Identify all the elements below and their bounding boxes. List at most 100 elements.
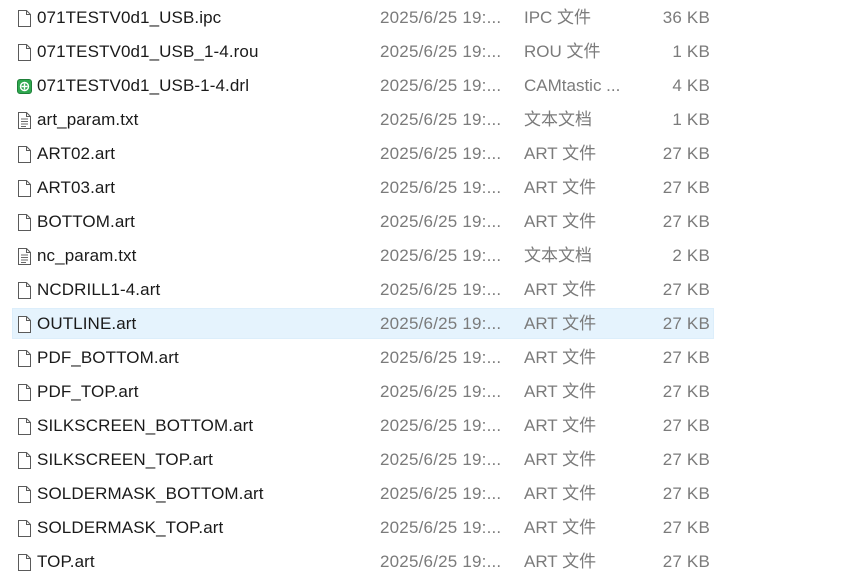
file-name[interactable]: TOP.art (37, 545, 95, 579)
file-name[interactable]: PDF_TOP.art (37, 375, 139, 409)
file-name[interactable]: 071TESTV0d1_USB_1-4.rou (37, 35, 259, 69)
blank-file-icon (17, 180, 32, 197)
blank-file-icon (17, 418, 32, 435)
camtastic-file-icon (17, 78, 32, 95)
file-name[interactable]: ART02.art (37, 137, 115, 171)
file-type: ART 文件 (524, 348, 597, 367)
file-modified-date: 2025/6/25 19:... (380, 76, 502, 95)
blank-file-icon (17, 316, 32, 333)
file-row[interactable]: 071TESTV0d1_USB-1-4.drl 2025/6/25 19:... C… (0, 69, 844, 103)
blank-file-icon (17, 350, 32, 367)
blank-file-icon (17, 282, 32, 299)
blank-file-icon (17, 384, 32, 401)
file-name[interactable]: SILKSCREEN_TOP.art (37, 443, 213, 477)
file-modified-date: 2025/6/25 19:... (380, 382, 502, 401)
file-name[interactable]: 071TESTV0d1_USB.ipc (37, 1, 221, 35)
file-name[interactable]: SOLDERMASK_TOP.art (37, 511, 223, 545)
file-name[interactable]: art_param.txt (37, 103, 138, 137)
file-modified-date: 2025/6/25 19:... (380, 552, 502, 571)
file-type: ART 文件 (524, 518, 597, 537)
file-name[interactable]: 071TESTV0d1_USB-1-4.drl (37, 69, 249, 103)
file-name[interactable]: NCDRILL1-4.art (37, 273, 160, 307)
file-modified-date: 2025/6/25 19:... (380, 212, 502, 231)
file-type: ART 文件 (524, 144, 597, 163)
file-type: ART 文件 (524, 280, 597, 299)
file-modified-date: 2025/6/25 19:... (380, 280, 502, 299)
file-size: 2 KB (672, 246, 710, 265)
file-size: 27 KB (662, 450, 710, 469)
file-row[interactable]: OUTLINE.art 2025/6/25 19:... ART 文件 27 KB (0, 307, 844, 341)
file-type: ART 文件 (524, 382, 597, 401)
file-size: 1 KB (672, 110, 710, 129)
file-size: 1 KB (672, 42, 710, 61)
blank-file-icon (17, 146, 32, 163)
file-modified-date: 2025/6/25 19:... (380, 314, 502, 333)
blank-file-icon (17, 44, 32, 61)
file-row[interactable]: SILKSCREEN_TOP.art 2025/6/25 19:... ART 文件… (0, 443, 844, 477)
file-row[interactable]: SILKSCREEN_BOTTOM.art 2025/6/25 19:... ART… (0, 409, 844, 443)
file-size: 27 KB (662, 314, 710, 333)
file-row[interactable]: nc_param.txt 2025/6/25 19:... 文本文档 2 KB (0, 239, 844, 273)
file-modified-date: 2025/6/25 19:... (380, 348, 502, 367)
file-row[interactable]: TOP.art 2025/6/25 19:... ART 文件 27 KB (0, 545, 844, 579)
file-row[interactable]: SOLDERMASK_TOP.art 2025/6/25 19:... ART 文件… (0, 511, 844, 545)
file-type: 文本文档 (524, 110, 592, 129)
file-row[interactable]: ART03.art 2025/6/25 19:... ART 文件 27 KB (0, 171, 844, 205)
blank-file-icon (17, 214, 32, 231)
file-size: 27 KB (662, 552, 710, 571)
text-file-icon (17, 248, 32, 265)
blank-file-icon (17, 520, 32, 537)
file-type: ART 文件 (524, 178, 597, 197)
file-type: ART 文件 (524, 450, 597, 469)
file-modified-date: 2025/6/25 19:... (380, 246, 502, 265)
file-modified-date: 2025/6/25 19:... (380, 42, 502, 61)
file-size: 27 KB (662, 144, 710, 163)
file-name[interactable]: BOTTOM.art (37, 205, 135, 239)
file-row[interactable]: 071TESTV0d1_USB.ipc 2025/6/25 19:... IPC 文… (0, 1, 844, 35)
file-size: 27 KB (662, 348, 710, 367)
file-name[interactable]: OUTLINE.art (37, 307, 136, 341)
file-type: 文本文档 (524, 246, 592, 265)
file-row[interactable]: SOLDERMASK_BOTTOM.art 2025/6/25 19:... ART… (0, 477, 844, 511)
blank-file-icon (17, 10, 32, 27)
file-modified-date: 2025/6/25 19:... (380, 416, 502, 435)
file-name[interactable]: SOLDERMASK_BOTTOM.art (37, 477, 264, 511)
text-file-icon (17, 112, 32, 129)
file-name[interactable]: nc_param.txt (37, 239, 136, 273)
file-size: 27 KB (662, 518, 710, 537)
file-type: ART 文件 (524, 416, 597, 435)
file-row[interactable]: 071TESTV0d1_USB_1-4.rou 2025/6/25 19:... R… (0, 35, 844, 69)
file-name[interactable]: SILKSCREEN_BOTTOM.art (37, 409, 253, 443)
blank-file-icon (17, 486, 32, 503)
file-row[interactable]: BOTTOM.art 2025/6/25 19:... ART 文件 27 KB (0, 205, 844, 239)
file-modified-date: 2025/6/25 19:... (380, 518, 502, 537)
file-type: IPC 文件 (524, 8, 592, 27)
file-size: 27 KB (662, 484, 710, 503)
file-row[interactable]: art_param.txt 2025/6/25 19:... 文本文档 1 KB (0, 103, 844, 137)
file-row[interactable]: PDF_BOTTOM.art 2025/6/25 19:... ART 文件 27 K… (0, 341, 844, 375)
file-type: ART 文件 (524, 212, 597, 231)
file-type: ROU 文件 (524, 42, 601, 61)
file-size: 27 KB (662, 382, 710, 401)
file-size: 27 KB (662, 280, 710, 299)
blank-file-icon (17, 452, 32, 469)
file-row[interactable]: ART02.art 2025/6/25 19:... ART 文件 27 KB (0, 137, 844, 171)
blank-file-icon (17, 554, 32, 571)
file-type: ART 文件 (524, 552, 597, 571)
file-row[interactable]: PDF_TOP.art 2025/6/25 19:... ART 文件 27 KB (0, 375, 844, 409)
file-name[interactable]: PDF_BOTTOM.art (37, 341, 179, 375)
file-type: ART 文件 (524, 314, 597, 333)
file-size: 27 KB (662, 416, 710, 435)
file-modified-date: 2025/6/25 19:... (380, 178, 502, 197)
file-size: 27 KB (662, 212, 710, 231)
file-size: 36 KB (662, 8, 710, 27)
file-modified-date: 2025/6/25 19:... (380, 144, 502, 163)
file-modified-date: 2025/6/25 19:... (380, 450, 502, 469)
file-type: ART 文件 (524, 484, 597, 503)
file-modified-date: 2025/6/25 19:... (380, 484, 502, 503)
file-name[interactable]: ART03.art (37, 171, 115, 205)
file-row[interactable]: NCDRILL1-4.art 2025/6/25 19:... ART 文件 27 K… (0, 273, 844, 307)
file-size: 4 KB (672, 76, 710, 95)
file-modified-date: 2025/6/25 19:... (380, 110, 502, 129)
file-modified-date: 2025/6/25 19:... (380, 8, 502, 27)
